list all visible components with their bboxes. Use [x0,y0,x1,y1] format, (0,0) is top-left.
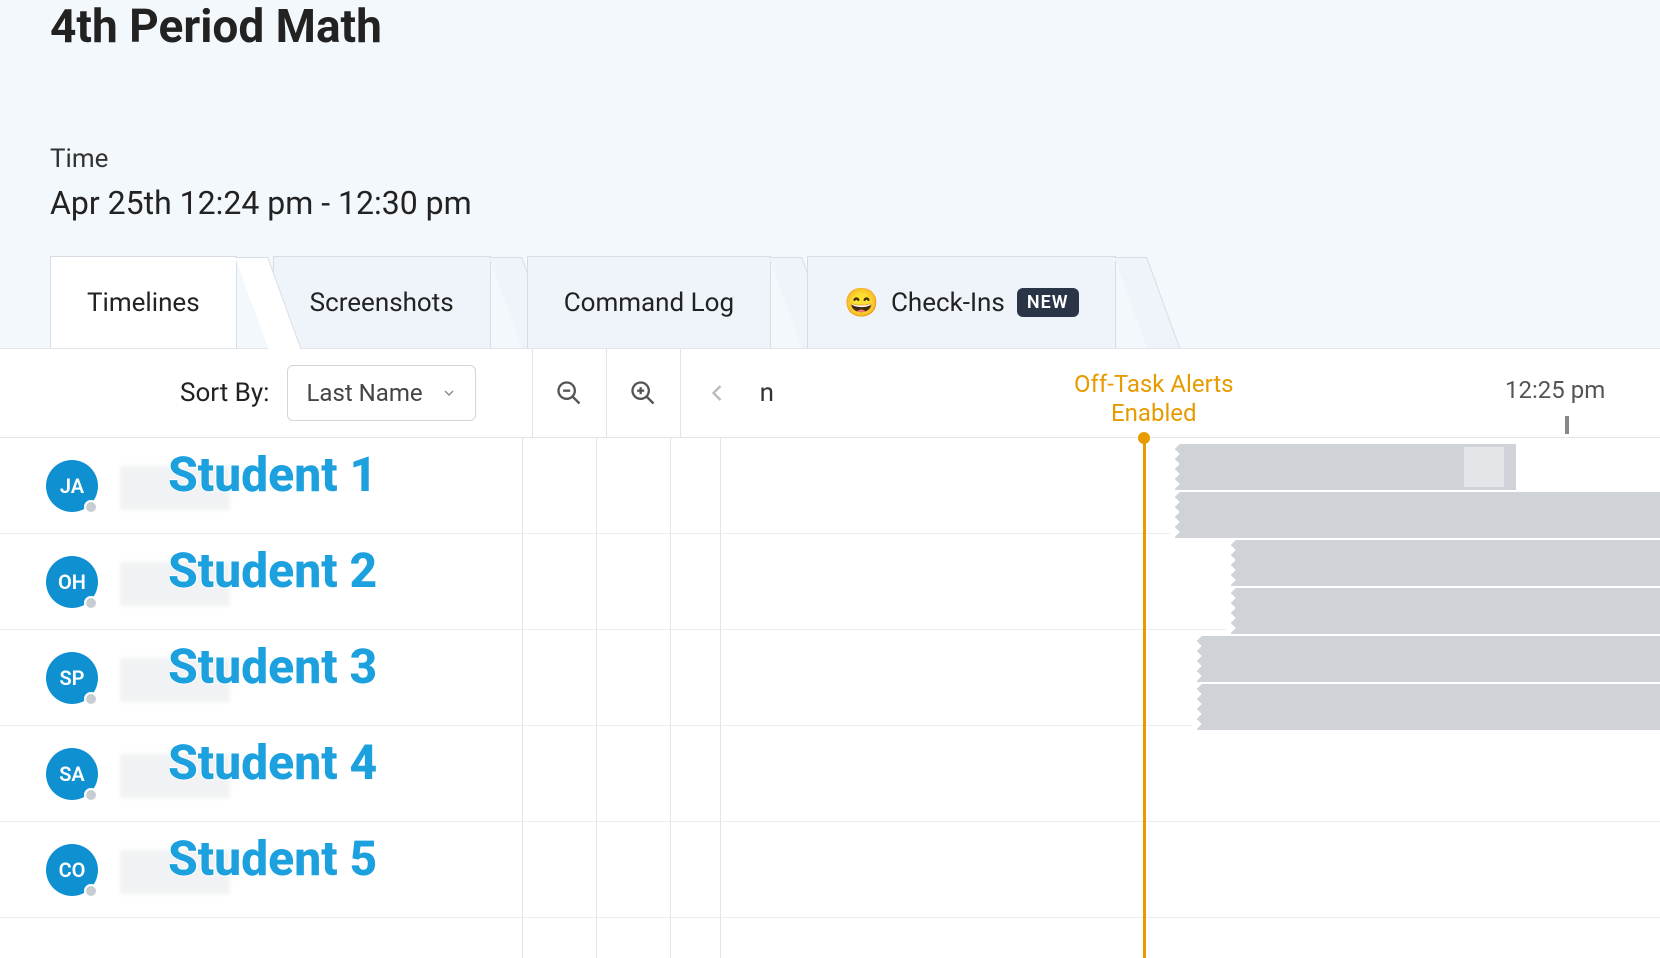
student-display-name: Student 5 [168,830,377,887]
student-display-name: Student 4 [168,734,377,791]
zoom-out-button[interactable] [532,349,606,437]
student-row[interactable]: JA Student 1 [0,438,1660,534]
prev-button[interactable] [680,349,754,437]
activity-bar[interactable] [1236,588,1660,634]
axis-tick [1565,416,1569,434]
new-badge: NEW [1017,288,1079,317]
offtask-line1: Off-Task Alerts [1074,370,1234,399]
avatar-initials: CO [59,858,86,882]
activity-bar[interactable] [1180,444,1516,490]
avatar-initials: OH [58,570,86,594]
tab-label: Screenshots [310,288,454,318]
toolbar: Sort By: Last Name n [0,348,1660,438]
tab-timelines[interactable]: Timelines [50,256,237,348]
tab-command-log[interactable]: Command Log [527,256,771,348]
status-dot [84,500,98,514]
activity-bar[interactable] [1202,684,1660,730]
tabs: Timelines Screenshots Command Log 😄 Chec… [50,256,1124,348]
offtask-marker-line [1143,438,1146,958]
tab-label: Command Log [564,288,734,318]
tab-screenshots[interactable]: Screenshots [273,256,491,348]
sort-select[interactable]: Last Name [287,365,475,421]
chevron-left-icon [703,379,731,407]
avatar-initials: SP [59,666,84,690]
trailing-text: n [760,378,774,408]
offtask-alert-label: Off-Task Alerts Enabled [1074,370,1234,428]
activity-segment [1464,447,1504,487]
avatar-initials: JA [60,474,84,498]
student-display-name: Student 3 [168,638,377,695]
zoom-out-icon [555,379,583,407]
status-dot [84,692,98,706]
smile-icon: 😄 [844,286,879,319]
time-label: Time [50,144,472,174]
student-row[interactable]: SA Student 4 [0,726,1660,822]
zoom-in-icon [629,379,657,407]
zoom-in-button[interactable] [606,349,680,437]
time-block: Time Apr 25th 12:24 pm - 12:30 pm [50,144,472,222]
time-range: Apr 25th 12:24 pm - 12:30 pm [50,184,472,222]
student-row[interactable]: OH Student 2 [0,534,1660,630]
student-display-name: Student 2 [168,542,377,599]
timeline-grid: JA Student 1 OH Student 2 SP Student 3 [0,438,1660,958]
activity-bar[interactable] [1236,540,1660,586]
activity-bar[interactable] [1202,636,1660,682]
page-root: 4th Period Math Time Apr 25th 12:24 pm -… [0,0,1660,958]
axis-time-label: 12:25 pm [1505,376,1605,404]
page-title: 4th Period Math [50,0,382,54]
tab-check-ins[interactable]: 😄 Check-Ins NEW [807,256,1115,348]
student-row[interactable]: SP Student 3 [0,630,1660,726]
status-dot [84,788,98,802]
zoom-group [532,349,680,437]
student-row[interactable]: CO Student 5 [0,822,1660,918]
tab-label: Timelines [87,288,200,318]
sort-select-value: Last Name [306,379,422,407]
offtask-line2: Enabled [1074,399,1234,428]
status-dot [84,884,98,898]
activity-bar[interactable] [1180,492,1660,538]
status-dot [84,596,98,610]
student-display-name: Student 1 [168,446,377,503]
sort-by-label: Sort By: [180,378,269,408]
avatar-initials: SA [59,762,85,786]
tab-label: Check-Ins [891,288,1005,318]
nav-group [680,349,754,437]
chevron-down-icon [441,385,457,401]
